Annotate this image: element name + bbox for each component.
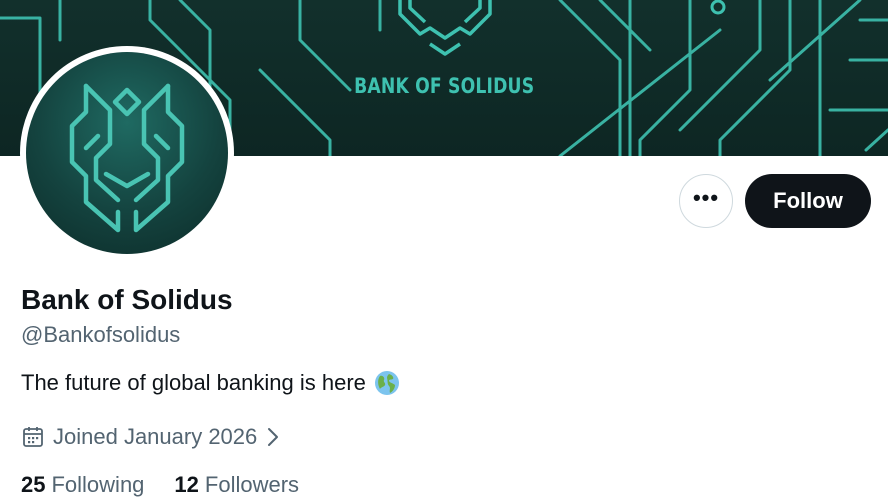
joined-text: Joined January 2026: [53, 424, 258, 449]
banner-logo-mark: [398, 0, 492, 56]
followers-label: Followers: [204, 472, 300, 497]
following-link[interactable]: 25 Following: [21, 472, 144, 498]
user-handle: @Bankofsolidus: [21, 322, 181, 347]
display-name: Bank of Solidus: [21, 284, 233, 315]
more-dots-icon: •••: [692, 185, 720, 210]
followers-count: 12: [174, 472, 199, 497]
bio: The future of global banking is here: [21, 370, 400, 396]
follow-button[interactable]: Follow: [745, 174, 871, 228]
avatar[interactable]: [20, 46, 234, 260]
calendar-icon: [23, 427, 43, 447]
avatar-logo: [26, 52, 228, 254]
joined-date[interactable]: Joined January 2026: [21, 424, 281, 450]
more-options-button[interactable]: •••: [679, 174, 733, 228]
bio-text: The future of global banking is here: [21, 370, 366, 395]
following-label: Following: [51, 472, 145, 497]
follow-stats: 25 Following 12 Followers: [21, 472, 299, 498]
globe-icon: [374, 371, 399, 395]
followers-link[interactable]: 12 Followers: [174, 472, 299, 498]
following-count: 25: [21, 472, 46, 497]
chevron-right-icon: [268, 428, 279, 446]
